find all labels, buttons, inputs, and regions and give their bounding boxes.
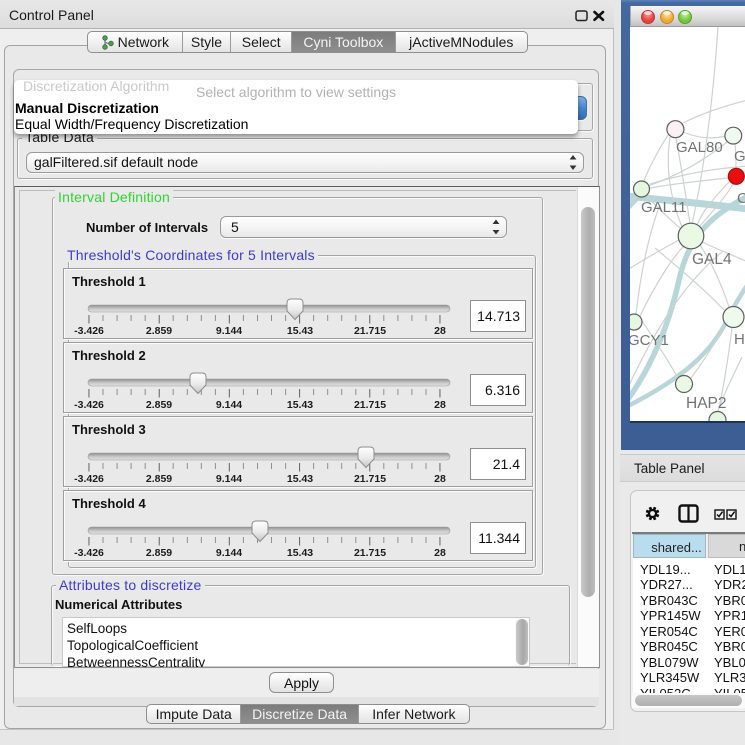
svg-text:GCY1: GCY1 xyxy=(630,332,669,349)
svg-text:G.: G. xyxy=(734,148,745,165)
svg-text:HA: HA xyxy=(734,331,745,348)
svg-text:GAL4: GAL4 xyxy=(692,251,732,268)
svg-text:GAL80: GAL80 xyxy=(676,139,723,156)
svg-text:GAL11: GAL11 xyxy=(641,199,687,216)
svg-text:HAP2: HAP2 xyxy=(686,395,727,412)
svg-text:C: C xyxy=(737,190,745,207)
